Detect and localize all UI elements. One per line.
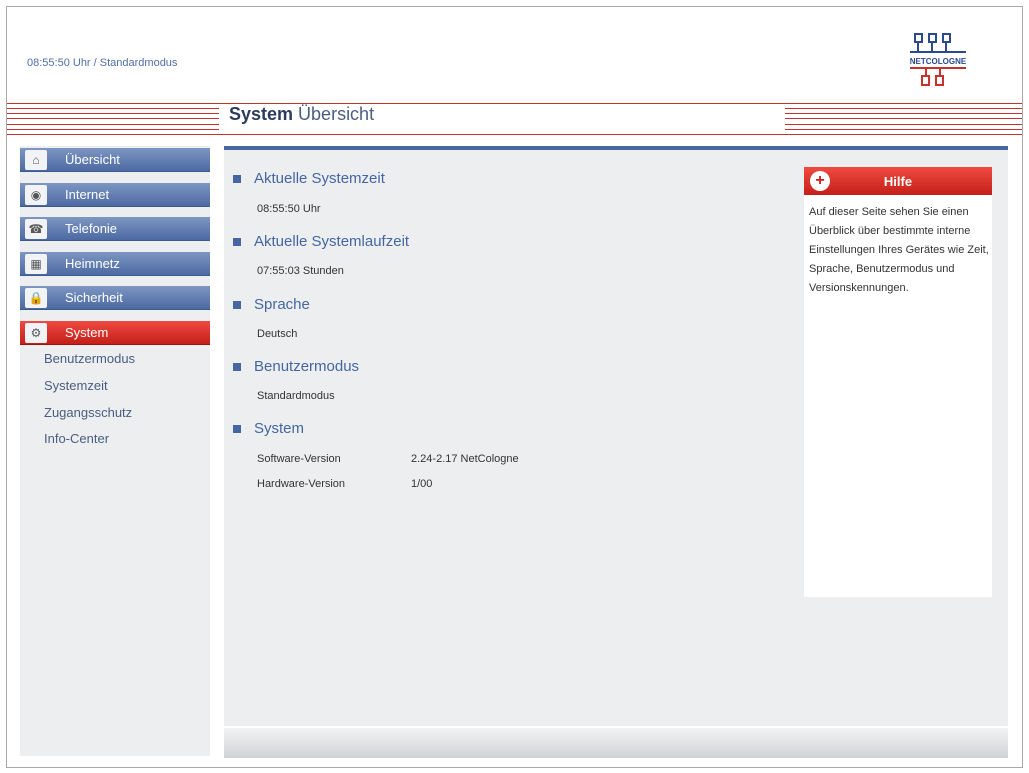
- sidebar-item-system[interactable]: ⚙ System: [20, 321, 210, 345]
- section-systemzeit-title: Aktuelle Systemzeit: [233, 170, 385, 187]
- netcologne-logo: NETCOLOGNE: [904, 31, 972, 97]
- sidebar: ⌂ Übersicht ◉ Internet ☎ Telefonie ▦ Hei…: [20, 146, 210, 756]
- systemzeit-value: 08:55:50 Uhr: [257, 203, 321, 215]
- bullet-icon: [233, 300, 241, 309]
- sidebar-item-heimnetz[interactable]: ▦ Heimnetz: [20, 252, 210, 276]
- bullet-icon: [233, 174, 241, 183]
- sidebar-item-label: Heimnetz: [65, 256, 120, 271]
- subitem-benutzermodus[interactable]: Benutzermodus: [44, 351, 135, 366]
- section-sprache-title: Sprache: [233, 296, 310, 313]
- software-version-value: 2.24-2.17 NetCologne: [411, 453, 519, 465]
- bullet-icon: [233, 424, 241, 433]
- sidebar-item-internet[interactable]: ◉ Internet: [20, 183, 210, 207]
- help-panel: + Hilfe Auf dieser Seite sehen Sie einen…: [804, 167, 992, 597]
- sidebar-item-label: Telefonie: [65, 221, 118, 236]
- gears-icon: ⚙: [25, 323, 47, 343]
- sidebar-item-sicherheit[interactable]: 🔒 Sicherheit: [20, 286, 210, 310]
- plus-icon: +: [810, 171, 830, 191]
- phone-icon: ☎: [25, 219, 47, 239]
- sidebar-item-telefonie[interactable]: ☎ Telefonie: [20, 217, 210, 241]
- home-icon: ⌂: [25, 150, 47, 170]
- sidebar-item-label: Übersicht: [65, 152, 120, 167]
- page-title: System Übersicht: [229, 104, 375, 124]
- sprache-value: Deutsch: [257, 328, 298, 340]
- sidebar-item-label: System: [65, 325, 109, 340]
- benutzermodus-value: Standardmodus: [257, 390, 335, 402]
- subitem-info-center[interactable]: Info-Center: [44, 431, 109, 446]
- globe-icon: ◉: [25, 185, 47, 205]
- section-benutzermodus-title: Benutzermodus: [233, 358, 359, 375]
- lock-icon: 🔒: [25, 288, 47, 308]
- hardware-version-label: Hardware-Version: [257, 478, 346, 490]
- laufzeit-value: 07:55:03 Stunden: [257, 265, 344, 277]
- header-stripes: [7, 103, 1022, 143]
- footer-bar: [224, 728, 1008, 758]
- help-text: Auf dieser Seite sehen Sie einen Überbli…: [809, 206, 989, 294]
- section-laufzeit-title: Aktuelle Systemlaufzeit: [233, 233, 409, 250]
- sidebar-item-label: Internet: [65, 187, 110, 202]
- hardware-version-value: 1/00: [411, 478, 433, 490]
- logo-text: NETCOLOGNE: [910, 57, 967, 66]
- sidebar-item-label: Sicherheit: [65, 290, 123, 305]
- help-title: Hilfe: [883, 173, 913, 189]
- software-version-label: Software-Version: [257, 453, 341, 465]
- help-header[interactable]: + Hilfe: [804, 167, 992, 195]
- bullet-icon: [233, 362, 241, 371]
- subitem-systemzeit[interactable]: Systemzeit: [44, 378, 108, 393]
- bullet-icon: [233, 237, 241, 246]
- sidebar-item-uebersicht[interactable]: ⌂ Übersicht: [20, 148, 210, 172]
- header-status: 08:55:50 Uhr / Standardmodus: [27, 57, 178, 69]
- subitem-zugangsschutz[interactable]: Zugangsschutz: [44, 405, 132, 420]
- network-icon: ▦: [25, 254, 47, 274]
- section-system-title: System: [233, 420, 304, 437]
